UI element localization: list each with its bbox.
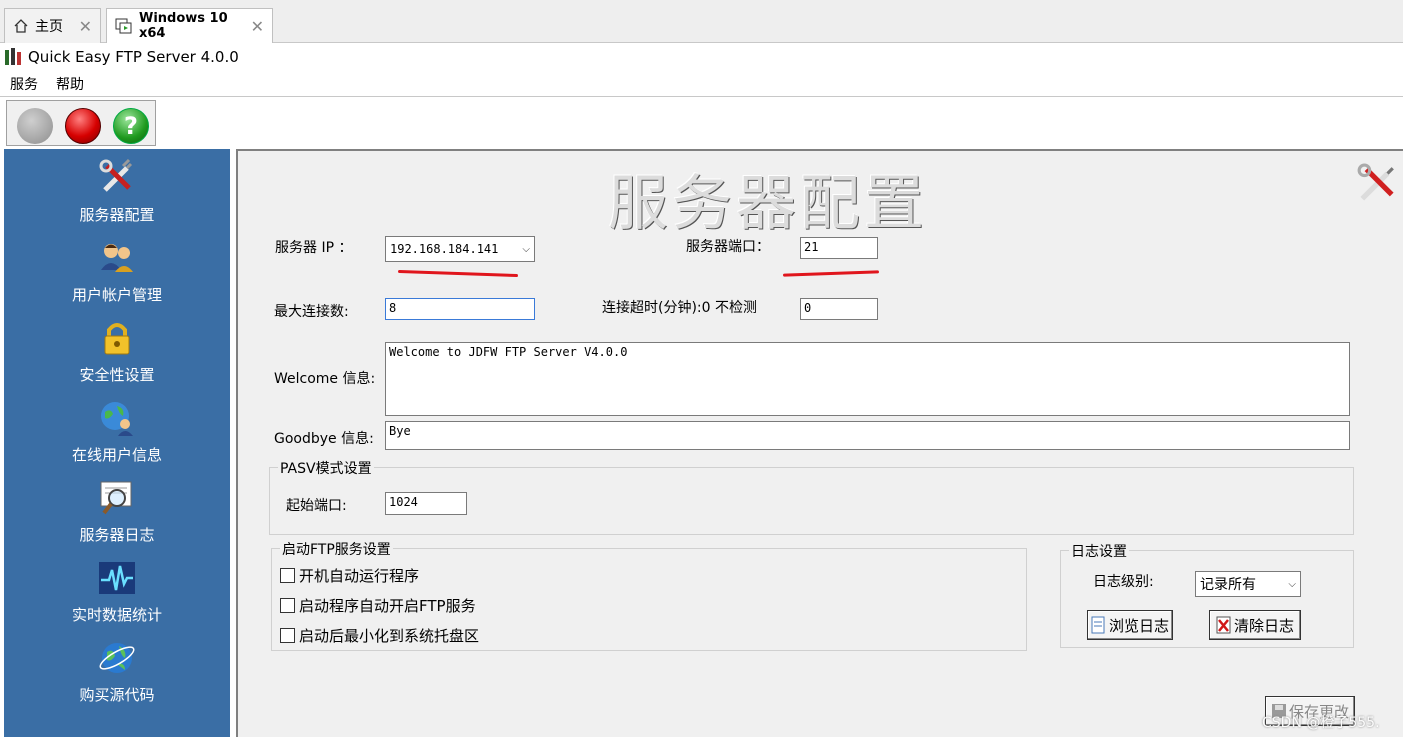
- server-port-input[interactable]: 21: [800, 237, 878, 259]
- sidebar-item-buy-source[interactable]: 购买源代码: [4, 629, 230, 709]
- tab-windows-vm[interactable]: Windows 10 x64 ✕: [106, 8, 273, 43]
- welcome-label: Welcome 信息:: [274, 371, 376, 387]
- tab-home-label: 主页: [35, 19, 63, 35]
- startup-settings-group: 启动FTP服务设置 开机自动运行程序 启动程序自动开启FTP服务 启动后最小化到…: [271, 539, 1027, 651]
- settings-tools-icon: [1356, 163, 1398, 209]
- start-server-button[interactable]: [17, 108, 53, 144]
- server-ip-label: 服务器 IP ：: [275, 240, 353, 256]
- help-button[interactable]: ?: [113, 108, 149, 144]
- log-legend: 日志设置: [1069, 541, 1129, 561]
- server-port-label: 服务器端口：: [686, 239, 770, 255]
- window-title: Quick Easy FTP Server 4.0.0: [28, 48, 239, 66]
- globe-icon: [97, 638, 137, 678]
- checkbox-box: [280, 598, 295, 613]
- max-connections-input[interactable]: 8: [385, 298, 535, 320]
- delete-icon: [1216, 616, 1231, 634]
- document-icon: [1091, 616, 1105, 634]
- stop-server-button[interactable]: [65, 108, 101, 144]
- server-ip-select[interactable]: 192.168.184.141 ⌵: [385, 236, 535, 262]
- browser-tab-bar: 主页 ✕ Windows 10 x64 ✕: [0, 0, 1403, 43]
- server-ip-value: 192.168.184.141: [390, 242, 499, 256]
- log-level-label: 日志级别:: [1093, 574, 1154, 590]
- sidebar-item-security[interactable]: 安全性设置: [4, 309, 230, 389]
- browse-log-label: 浏览日志: [1108, 616, 1169, 635]
- startup-legend: 启动FTP服务设置: [280, 539, 393, 559]
- menu-bar: 服务 帮助: [0, 71, 1403, 97]
- sidebar-item-online-users[interactable]: 在线用户信息: [4, 389, 230, 469]
- log-settings-group: 日志设置 日志级别: 记录所有 ⌵ 浏览日志 清除日志: [1060, 541, 1354, 648]
- log-magnifier-icon: [97, 478, 137, 518]
- page-title: 服务器配置: [608, 169, 928, 239]
- globe-user-icon: [97, 398, 137, 438]
- tab-vm-label: Windows 10 x64: [139, 11, 228, 41]
- checkbox-label: 开机自动运行程序: [299, 567, 420, 585]
- sidebar-item-realtime-stats[interactable]: 实时数据统计: [4, 549, 230, 629]
- close-tab-home-icon[interactable]: ✕: [79, 17, 92, 36]
- chevron-down-icon: ⌵: [1288, 578, 1296, 590]
- sidebar-item-user-accounts[interactable]: 用户帐户管理: [4, 229, 230, 309]
- checkbox-label: 启动程序自动开启FTP服务: [299, 597, 476, 615]
- sidebar-item-label: 服务器日志: [79, 526, 155, 544]
- sidebar-item-label: 服务器配置: [79, 206, 155, 224]
- timeout-label: 连接超时(分钟):0 不检测: [602, 300, 757, 316]
- pasv-settings-group: PASV模式设置 起始端口: 1024: [269, 458, 1354, 535]
- tools-icon: [97, 158, 137, 198]
- minimize-to-tray-checkbox[interactable]: 启动后最小化到系统托盘区: [280, 625, 479, 646]
- checkbox-box: [280, 628, 295, 643]
- welcome-message-value: Welcome to JDFW FTP Server V4.0.0: [389, 345, 628, 359]
- sidebar-item-label: 在线用户信息: [71, 446, 162, 464]
- sidebar-item-label: 购买源代码: [79, 686, 155, 704]
- max-connections-value: 8: [389, 301, 397, 315]
- autorun-checkbox[interactable]: 开机自动运行程序: [280, 565, 419, 586]
- checkbox-label: 启动后最小化到系统托盘区: [299, 627, 480, 645]
- vm-icon: [115, 18, 133, 34]
- red-underline-annotation: [397, 269, 519, 278]
- max-connections-label: 最大连接数:: [274, 304, 349, 320]
- home-icon: [13, 18, 29, 34]
- goodbye-message-value: Bye: [389, 424, 411, 438]
- watermark: CSDN @橙子555.: [1262, 715, 1380, 731]
- sidebar-item-label: 实时数据统计: [71, 606, 162, 624]
- app-icon: [5, 48, 21, 65]
- server-config-panel: 服务器配置 服务器 IP ： 192.168.184.141 ⌵ 服务器端口： …: [236, 149, 1403, 737]
- clear-log-button[interactable]: 清除日志: [1209, 610, 1301, 640]
- pasv-start-port-label: 起始端口:: [286, 498, 347, 514]
- goodbye-label: Goodbye 信息:: [274, 431, 374, 447]
- users-icon: [97, 238, 137, 278]
- window-title-bar: Quick Easy FTP Server 4.0.0: [0, 43, 1403, 71]
- sidebar-item-server-log[interactable]: 服务器日志: [4, 469, 230, 549]
- pulse-chart-icon: [97, 558, 137, 598]
- browse-log-button[interactable]: 浏览日志: [1087, 610, 1173, 640]
- toolbar: ?: [0, 97, 1403, 149]
- question-icon: ?: [124, 112, 138, 140]
- auto-start-ftp-checkbox[interactable]: 启动程序自动开启FTP服务: [280, 595, 476, 616]
- red-underline-annotation: [782, 270, 880, 277]
- timeout-value: 0: [804, 301, 812, 315]
- lock-icon: [97, 318, 137, 358]
- pasv-legend: PASV模式设置: [278, 458, 374, 478]
- pasv-start-port-input[interactable]: 1024: [385, 492, 467, 515]
- checkbox-box: [280, 568, 295, 583]
- goodbye-message-input[interactable]: Bye: [385, 421, 1350, 450]
- tab-home[interactable]: 主页 ✕: [4, 8, 101, 43]
- sidebar-item-label: 用户帐户管理: [71, 286, 162, 304]
- chevron-down-icon: ⌵: [522, 243, 530, 255]
- pasv-start-port-value: 1024: [389, 495, 418, 509]
- menu-service[interactable]: 服务: [10, 74, 38, 94]
- log-level-select[interactable]: 记录所有 ⌵: [1195, 571, 1301, 597]
- sidebar-item-label: 安全性设置: [79, 366, 155, 384]
- close-tab-vm-icon[interactable]: ✕: [251, 17, 264, 36]
- welcome-message-input[interactable]: Welcome to JDFW FTP Server V4.0.0: [385, 342, 1350, 416]
- sidebar: 服务器配置 用户帐户管理 安全性设置 在线用户信息 服务器日志 实时数据统计 购…: [4, 149, 230, 737]
- menu-help[interactable]: 帮助: [56, 74, 84, 94]
- log-level-value: 记录所有: [1200, 577, 1256, 593]
- toolbar-group: ?: [6, 100, 156, 146]
- server-port-value: 21: [804, 240, 819, 254]
- timeout-input[interactable]: 0: [800, 298, 878, 320]
- clear-log-label: 清除日志: [1233, 616, 1294, 635]
- sidebar-item-server-config[interactable]: 服务器配置: [4, 149, 230, 229]
